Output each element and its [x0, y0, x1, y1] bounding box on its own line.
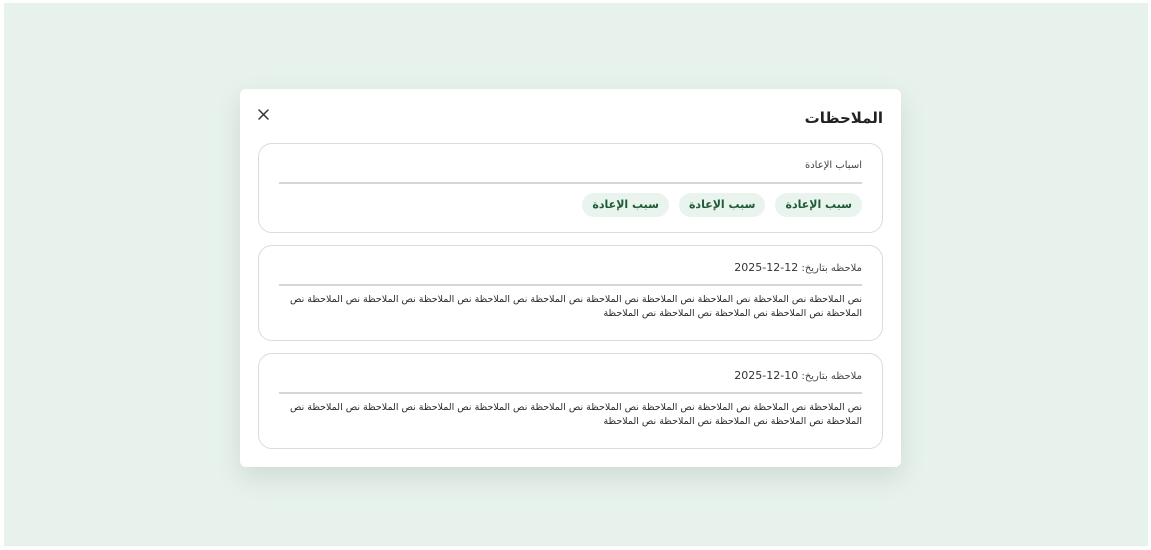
note-date-value: 12-12-2025 [734, 261, 799, 274]
return-reasons-label: اسباب الإعادة [804, 160, 862, 171]
note-date-line: ملاحظه بتاريخ: 10-12-2025 [734, 369, 862, 384]
modal-title: الملاحظات [804, 109, 883, 127]
return-reason-chips: سبب الإعادة سبب الإعادة سبب الإعادة [582, 193, 862, 217]
divider [279, 182, 862, 184]
note-text: نص الملاحظة نص الملاحظة نص الملاحظة نص ا… [289, 402, 862, 427]
note-date-value: 10-12-2025 [734, 369, 799, 382]
return-reasons-card: اسباب الإعادة سبب الإعادة سبب الإعادة سب… [258, 143, 883, 233]
note-card: ملاحظه بتاريخ: 12-12-2025 نص الملاحظة نص… [258, 245, 883, 341]
note-date-label: ملاحظه بتاريخ: [801, 371, 862, 382]
close-button[interactable] [254, 105, 274, 125]
note-date-label: ملاحظه بتاريخ: [801, 263, 862, 274]
note-text: نص الملاحظة نص الملاحظة نص الملاحظة نص ا… [289, 294, 862, 319]
modal-header: الملاحظات [240, 107, 901, 131]
return-reason-chip[interactable]: سبب الإعادة [775, 193, 862, 217]
note-date-line: ملاحظه بتاريخ: 12-12-2025 [734, 261, 862, 276]
close-icon [258, 109, 269, 120]
notes-modal: الملاحظات اسباب الإعادة سبب الإعادة سبب … [240, 89, 901, 467]
return-reason-chip[interactable]: سبب الإعادة [678, 193, 766, 217]
divider [279, 392, 862, 394]
divider [279, 284, 862, 286]
return-reason-chip[interactable]: سبب الإعادة [582, 193, 669, 217]
note-card: ملاحظه بتاريخ: 10-12-2025 نص الملاحظة نص… [258, 353, 883, 449]
